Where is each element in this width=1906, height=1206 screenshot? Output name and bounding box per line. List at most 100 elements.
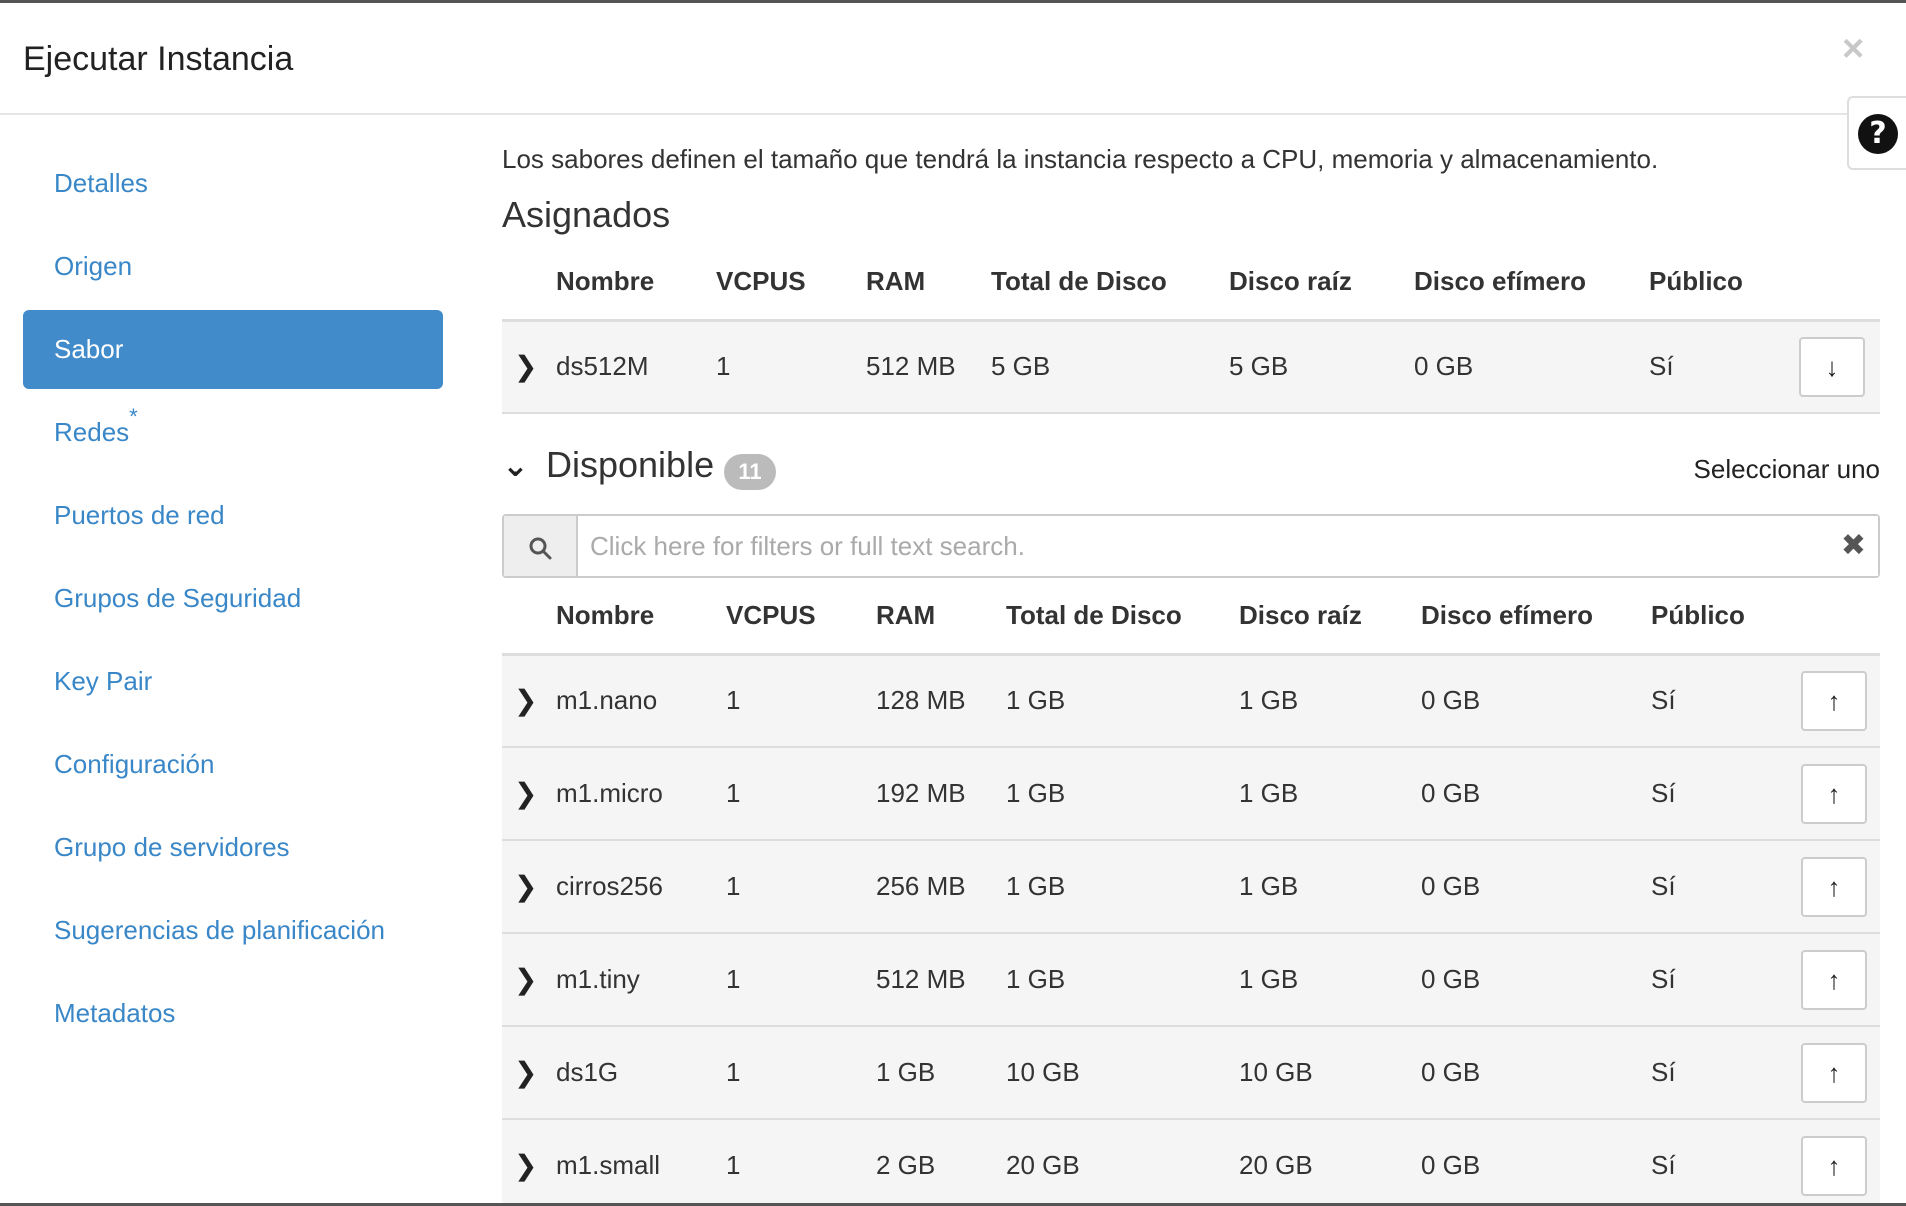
- cell-root-disk: 1 GB: [1239, 933, 1421, 1027]
- required-asterisk: *: [129, 404, 138, 429]
- sidebar-item-metadatos[interactable]: Metadatos: [23, 974, 443, 1053]
- cell-root-disk: 20 GB: [1239, 1119, 1421, 1206]
- column-header[interactable]: Total de Disco: [991, 244, 1229, 322]
- chevron-right-icon[interactable]: ❯: [502, 778, 537, 809]
- cell-name: m1.micro: [556, 747, 726, 841]
- allocate-button[interactable]: ↑: [1801, 670, 1867, 731]
- arrow-up-icon: ↑: [1827, 778, 1841, 809]
- arrow-up-icon: ↑: [1827, 964, 1841, 995]
- cell-public: Sí: [1651, 933, 1801, 1027]
- chevron-right-icon[interactable]: ❯: [502, 964, 537, 995]
- cell-root-disk: 5 GB: [1229, 320, 1414, 414]
- cell-name: cirros256: [556, 840, 726, 934]
- cell-ephemeral: 0 GB: [1421, 840, 1651, 934]
- search-input[interactable]: [578, 516, 1878, 576]
- sidebar-item-key-pair[interactable]: Key Pair: [23, 642, 443, 721]
- column-header[interactable]: Total de Disco: [1006, 578, 1239, 656]
- cell-total-disk: 10 GB: [1006, 1026, 1239, 1120]
- sidebar-item-sugerencias[interactable]: Sugerencias de planificación: [23, 891, 443, 970]
- wizard-sidebar: Detalles Origen Sabor Redes * Puertos de …: [23, 144, 443, 1057]
- sidebar-item-grupos-de-seguridad[interactable]: Grupos de Seguridad: [23, 559, 443, 638]
- column-header[interactable]: Disco efímero: [1421, 578, 1651, 656]
- cell-root-disk: 1 GB: [1239, 747, 1421, 841]
- sidebar-item-label: Puertos de red: [54, 500, 225, 530]
- cell-vcpus: 1: [726, 933, 876, 1027]
- column-header[interactable]: Nombre: [556, 578, 726, 656]
- sidebar-item-sabor[interactable]: Sabor: [23, 310, 443, 389]
- arrow-up-icon: ↑: [1827, 685, 1841, 716]
- search-icon: [504, 516, 578, 576]
- allocate-button[interactable]: ↑: [1801, 856, 1867, 917]
- allocate-button[interactable]: ↑: [1801, 763, 1867, 824]
- cell-public: Sí: [1651, 654, 1801, 748]
- cell-total-disk: 20 GB: [1006, 1119, 1239, 1206]
- available-table: Nombre VCPUS RAM Total de Disco Disco ra…: [502, 578, 1880, 1206]
- table-row: ❯ cirros256 1 256 MB 1 GB 1 GB 0 GB Sí ↑: [502, 840, 1880, 934]
- allocated-table: Nombre VCPUS RAM Total de Disco Disco ra…: [502, 244, 1880, 414]
- column-header[interactable]: Público: [1649, 244, 1799, 322]
- column-header[interactable]: VCPUS: [726, 578, 876, 656]
- cell-vcpus: 1: [726, 1119, 876, 1206]
- cell-ram: 128 MB: [876, 654, 1006, 748]
- column-header[interactable]: Disco raíz: [1239, 578, 1421, 656]
- table-header-row: Nombre VCPUS RAM Total de Disco Disco ra…: [502, 578, 1880, 656]
- cell-total-disk: 5 GB: [991, 320, 1229, 414]
- cell-ram: 512 MB: [866, 320, 991, 414]
- cell-ram: 192 MB: [876, 747, 1006, 841]
- allocate-button[interactable]: ↑: [1801, 1042, 1867, 1103]
- cell-name: ds512M: [556, 320, 716, 414]
- cell-public: Sí: [1651, 747, 1801, 841]
- cell-name: m1.small: [556, 1119, 726, 1206]
- table-row: ❯ m1.micro 1 192 MB 1 GB 1 GB 0 GB Sí ↑: [502, 747, 1880, 841]
- allocate-button[interactable]: ↑: [1801, 1135, 1867, 1196]
- available-title[interactable]: Disponible: [546, 444, 714, 486]
- cell-name: m1.nano: [556, 654, 726, 748]
- cell-public: Sí: [1651, 840, 1801, 934]
- arrow-down-icon: ↓: [1825, 351, 1839, 382]
- sidebar-item-configuracion[interactable]: Configuración: [23, 725, 443, 804]
- column-header[interactable]: Disco efímero: [1414, 244, 1649, 322]
- available-count-badge: 11: [724, 454, 776, 490]
- column-header[interactable]: RAM: [866, 244, 991, 322]
- cell-total-disk: 1 GB: [1006, 840, 1239, 934]
- chevron-right-icon[interactable]: ❯: [502, 351, 537, 382]
- modal-header: Ejecutar Instancia ×: [0, 3, 1906, 115]
- available-header: ⌄ Disponible 11 Seleccionar uno: [502, 434, 1880, 514]
- close-icon[interactable]: ×: [1842, 30, 1864, 68]
- chevron-right-icon[interactable]: ❯: [502, 685, 537, 716]
- deallocate-button[interactable]: ↓: [1799, 336, 1865, 397]
- sidebar-item-label: Key Pair: [54, 666, 153, 696]
- chevron-right-icon[interactable]: ❯: [502, 1150, 537, 1181]
- intro-text: Los sabores definen el tamaño que tendrá…: [502, 144, 1659, 174]
- table-row: ❯ m1.nano 1 128 MB 1 GB 1 GB 0 GB Sí ↑: [502, 654, 1880, 748]
- select-one-label: Seleccionar uno: [1693, 454, 1880, 484]
- cell-ephemeral: 0 GB: [1421, 1026, 1651, 1120]
- cell-ram: 2 GB: [876, 1119, 1006, 1206]
- chevron-right-icon[interactable]: ❯: [502, 871, 537, 902]
- table-row: ❯ ds512M 1 512 MB 5 GB 5 GB 0 GB Sí ↓: [502, 320, 1880, 414]
- table-row: ❯ m1.tiny 1 512 MB 1 GB 1 GB 0 GB Sí ↑: [502, 933, 1880, 1027]
- cell-ram: 1 GB: [876, 1026, 1006, 1120]
- clear-search-icon[interactable]: ✖: [1841, 528, 1866, 563]
- column-header[interactable]: VCPUS: [716, 244, 866, 322]
- cell-root-disk: 1 GB: [1239, 654, 1421, 748]
- sidebar-item-origen[interactable]: Origen: [23, 227, 443, 306]
- table-row: ❯ ds1G 1 1 GB 10 GB 10 GB 0 GB Sí ↑: [502, 1026, 1880, 1120]
- cell-public: Sí: [1649, 320, 1799, 414]
- cell-ram: 256 MB: [876, 840, 1006, 934]
- cell-total-disk: 1 GB: [1006, 933, 1239, 1027]
- column-header[interactable]: RAM: [876, 578, 1006, 656]
- cell-vcpus: 1: [726, 840, 876, 934]
- column-header[interactable]: Nombre: [556, 244, 716, 322]
- sidebar-item-puertos-de-red[interactable]: Puertos de red: [23, 476, 443, 555]
- cell-public: Sí: [1651, 1026, 1801, 1120]
- chevron-right-icon[interactable]: ❯: [502, 1057, 537, 1088]
- column-header[interactable]: Público: [1651, 578, 1801, 656]
- sidebar-item-redes[interactable]: Redes *: [23, 393, 443, 472]
- sidebar-item-detalles[interactable]: Detalles: [23, 144, 443, 223]
- column-header[interactable]: Disco raíz: [1229, 244, 1414, 322]
- allocate-button[interactable]: ↑: [1801, 949, 1867, 1010]
- chevron-down-icon[interactable]: ⌄: [502, 446, 529, 484]
- sidebar-item-grupo-de-servidores[interactable]: Grupo de servidores: [23, 808, 443, 887]
- cell-name: ds1G: [556, 1026, 726, 1120]
